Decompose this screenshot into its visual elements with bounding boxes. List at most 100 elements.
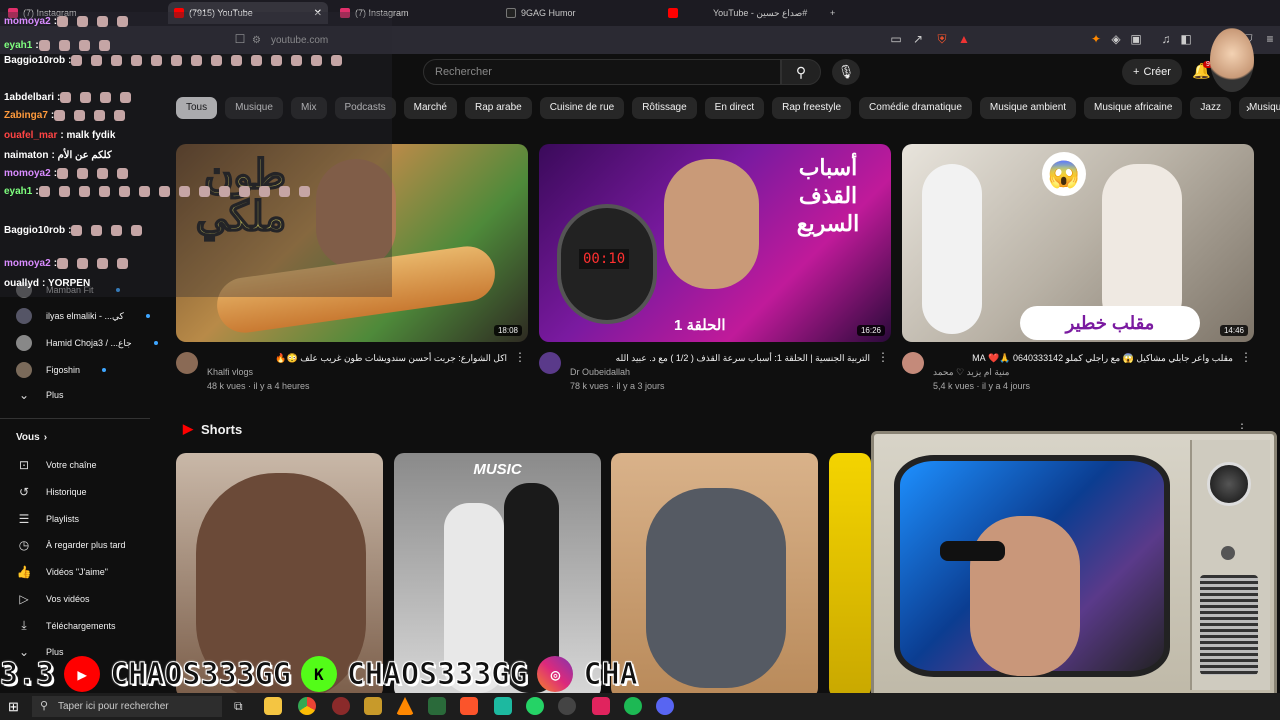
channel-avatar[interactable] bbox=[902, 352, 924, 374]
sidebar-toggle-icon[interactable]: ◧ bbox=[1178, 31, 1194, 47]
channel-name[interactable]: منية ام يزيد ♡ محمد bbox=[933, 365, 1233, 379]
chip-com-die-dramatique[interactable]: Comédie dramatique bbox=[859, 97, 972, 119]
app-icon[interactable] bbox=[592, 697, 610, 715]
sidebar-you-heading[interactable]: Vous › bbox=[16, 432, 47, 443]
chip-en-direct[interactable]: En direct bbox=[704, 97, 765, 119]
sidebar-divider bbox=[0, 418, 150, 419]
discord-icon[interactable] bbox=[656, 697, 674, 715]
tab-youtube-2[interactable]: YouTube - صداع حسين# bbox=[662, 2, 822, 24]
sidebar-subscription-item[interactable]: Figoshin bbox=[16, 362, 107, 378]
music-icon[interactable]: ♫ bbox=[1158, 31, 1174, 47]
app-icon[interactable] bbox=[494, 697, 512, 715]
extension-icon-2[interactable]: ◈ bbox=[1108, 31, 1124, 47]
taskbar-search-input[interactable]: Taper ici pour rechercher bbox=[32, 696, 222, 717]
sidebar-item-label: Historique bbox=[46, 487, 87, 497]
video-title[interactable]: اكل الشوارع: جربت أحسن سندويشات طون غريب… bbox=[207, 352, 507, 365]
thumb-up-icon: 👍 bbox=[16, 565, 32, 579]
extension-icon-3[interactable]: ▣ bbox=[1128, 31, 1144, 47]
create-button[interactable]: + Créer bbox=[1122, 59, 1182, 85]
chrome-icon[interactable] bbox=[298, 697, 316, 715]
chip-musique-africaine[interactable]: Musique africaine bbox=[1084, 97, 1183, 119]
sidebar-item-your-channel[interactable]: ⊡ Votre chaîne bbox=[16, 458, 97, 472]
instagram-logo-icon: ◎ bbox=[537, 656, 574, 692]
chat-username: momoya2 bbox=[4, 16, 51, 28]
tab-9gag[interactable]: 9GAG Humor bbox=[500, 2, 660, 24]
chip-rap-freestyle[interactable]: Rap freestyle bbox=[772, 97, 852, 119]
chip-cuisine-de-rue[interactable]: Cuisine de rue bbox=[539, 97, 625, 119]
video-thumbnail[interactable]: 😱 مقلب خطير 14:46 bbox=[902, 144, 1254, 342]
channel-name[interactable]: Khalfi vlogs bbox=[207, 365, 507, 379]
task-view-icon[interactable]: ⧉ bbox=[234, 699, 243, 714]
chat-emote-icon bbox=[100, 92, 112, 103]
more-options-icon[interactable]: ⋮ bbox=[877, 350, 889, 364]
chat-username: momoya2 bbox=[4, 258, 51, 270]
chat-username: Zabinga7 bbox=[4, 110, 48, 122]
voice-search-button[interactable]: 🎙 bbox=[832, 59, 860, 85]
spotify-icon[interactable] bbox=[624, 697, 642, 715]
channel-avatar[interactable] bbox=[176, 352, 198, 374]
chat-emote-icon bbox=[211, 55, 223, 66]
sidebar-item-label: À regarder plus tard bbox=[46, 540, 126, 550]
chat-emote-icon bbox=[97, 168, 109, 179]
account-avatar[interactable] bbox=[1210, 28, 1254, 92]
video-card[interactable]: 😱 مقلب خطير 14:46 مقلب واعر جابلي مشاكيل… bbox=[902, 144, 1254, 393]
video-icon: ▷ bbox=[19, 592, 29, 606]
chatgpt-icon[interactable] bbox=[558, 697, 576, 715]
more-options-icon[interactable]: ⋮ bbox=[1240, 350, 1252, 364]
chat-emote-icon bbox=[77, 16, 89, 27]
sidebar-subscription-item[interactable]: ilyas elmaliki - ...كي bbox=[16, 308, 150, 324]
kick-logo-icon: K bbox=[300, 656, 337, 692]
chat-emote-icon bbox=[178, 186, 190, 197]
sidebar-item-downloads[interactable]: ⤓ Téléchargements bbox=[16, 618, 116, 633]
chip-rap-arabe[interactable]: Rap arabe bbox=[465, 97, 532, 119]
store-icon[interactable] bbox=[428, 697, 446, 715]
chat-emote-icon bbox=[97, 258, 109, 269]
new-tab-button[interactable]: + bbox=[824, 2, 844, 24]
sidebar-subscription-item[interactable]: Hamid Choja3 / ...جاع bbox=[16, 335, 158, 351]
sunglasses-image bbox=[940, 541, 1005, 561]
chat-emote-icon bbox=[80, 92, 92, 103]
sidebar-item-watch-later[interactable]: ◷ À regarder plus tard bbox=[16, 538, 126, 552]
chips-next-icon[interactable]: › bbox=[1246, 101, 1250, 115]
more-options-icon[interactable]: ⋮ bbox=[514, 350, 526, 364]
search-button[interactable]: ⚲ bbox=[781, 59, 821, 85]
ticker-handle: CHAOS333GG bbox=[110, 656, 292, 692]
chat-message: ouallyd: YORPEN bbox=[4, 278, 90, 289]
brave-rewards-icon[interactable]: ▲ bbox=[956, 31, 972, 47]
brave-icon[interactable] bbox=[460, 697, 478, 715]
search-input[interactable]: Rechercher bbox=[423, 59, 781, 85]
chip-r-tissage[interactable]: Rôtissage bbox=[632, 97, 697, 119]
whatsapp-icon[interactable] bbox=[526, 697, 544, 715]
chat-emote-icon bbox=[231, 55, 243, 66]
windows-start-icon[interactable]: ⊞ bbox=[8, 699, 19, 715]
sidebar-item-playlists[interactable]: ☰ Playlists bbox=[16, 512, 79, 526]
extension-icon[interactable]: ✦ bbox=[1088, 31, 1104, 47]
ticker-text: 3.3 bbox=[0, 656, 55, 692]
file-explorer-icon[interactable] bbox=[264, 697, 282, 715]
chip-jazz[interactable]: Jazz bbox=[1190, 97, 1231, 119]
screen-icon[interactable]: ▭ bbox=[888, 31, 904, 47]
sidebar-item-label: Téléchargements bbox=[46, 620, 116, 631]
sidebar-item-liked-videos[interactable]: 👍 Vidéos "J'aime" bbox=[16, 565, 108, 579]
chat-emote-icon bbox=[198, 186, 210, 197]
share-icon[interactable]: ↗ bbox=[910, 31, 926, 47]
menu-icon[interactable]: ≡ bbox=[1262, 31, 1278, 47]
chip-march-[interactable]: Marché bbox=[403, 97, 457, 119]
video-title[interactable]: التربية الجنسية | الحلقة 1: أسباب سرعة ا… bbox=[570, 352, 870, 365]
tv-dial-knob bbox=[1207, 462, 1251, 506]
sidebar-more-button[interactable]: ⌄ Plus bbox=[16, 388, 64, 402]
chat-username: naimaton bbox=[4, 150, 49, 161]
history-icon: ↺ bbox=[18, 485, 30, 499]
video-thumbnail[interactable]: 00:10 أسباب القذف السريع الحلقة 1 16:26 bbox=[539, 144, 891, 342]
video-card[interactable]: 00:10 أسباب القذف السريع الحلقة 1 16:26 … bbox=[539, 144, 891, 393]
brave-shield-icon[interactable]: ⛨ bbox=[934, 31, 950, 47]
chat-message: ouafel_mar: malk fydik bbox=[4, 130, 115, 141]
sidebar-item-history[interactable]: ↺ Historique bbox=[16, 485, 87, 499]
video-title[interactable]: مقلب واعر جابلي مشاكيل 😱 مع راجلي كملو 0… bbox=[933, 352, 1233, 365]
app-icon[interactable] bbox=[364, 697, 382, 715]
channel-avatar[interactable] bbox=[539, 352, 561, 374]
chip-musique-ambient[interactable]: Musique ambient bbox=[979, 97, 1077, 119]
app-icon[interactable] bbox=[332, 697, 350, 715]
sidebar-item-your-videos[interactable]: ▷ Vos vidéos bbox=[16, 592, 89, 606]
channel-name[interactable]: Dr Oubeidallah bbox=[570, 365, 870, 379]
